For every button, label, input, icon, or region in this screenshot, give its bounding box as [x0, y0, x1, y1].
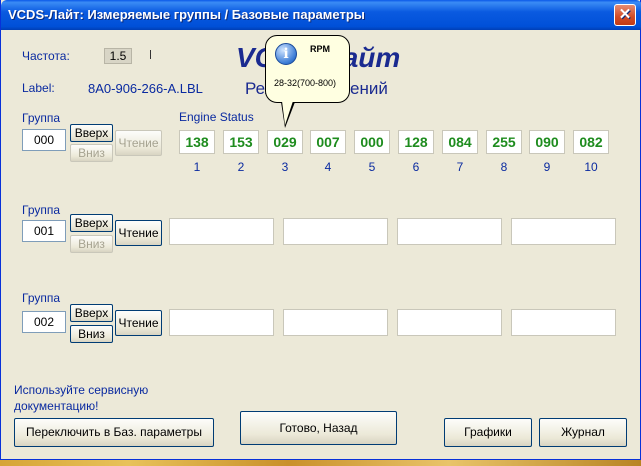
group-caption: Группа — [22, 291, 61, 305]
group-up-button[interactable]: Вверх — [70, 304, 113, 322]
value-index-label: 8 — [500, 160, 508, 174]
group-read-button[interactable]: Чтение — [115, 310, 162, 336]
group-caption: Группа — [22, 111, 61, 125]
value-index-label: 5 — [368, 160, 376, 174]
value-index-label: 4 — [324, 160, 332, 174]
done-back-button[interactable]: Готово, Назад — [240, 411, 397, 445]
value-field — [169, 218, 274, 245]
graphs-button[interactable]: Графики — [444, 418, 532, 447]
tooltip-title: RPM — [310, 44, 330, 54]
value-field — [283, 309, 388, 336]
group-down-button[interactable]: Вниз — [70, 235, 113, 253]
group-read-button[interactable]: Чтение — [115, 220, 162, 246]
value-index-label: 2 — [237, 160, 245, 174]
engine-status-label: Engine Status — [179, 110, 254, 124]
label-file-value: 8A0-906-266-A.LBL — [88, 81, 203, 96]
value-index-label: 7 — [456, 160, 464, 174]
measured-value-cell: 128 — [398, 130, 434, 154]
frequency-value: 1.5 — [104, 48, 132, 64]
service-doc-note: Используйте сервисную документацию! — [14, 383, 149, 413]
value-index-label: 1 — [193, 160, 201, 174]
measured-value-cell: 082 — [573, 130, 609, 154]
measured-value-cell: 255 — [486, 130, 522, 154]
value-field — [169, 309, 274, 336]
group-number-input[interactable]: 001 — [22, 220, 66, 242]
value-field — [511, 218, 616, 245]
value-field — [397, 218, 502, 245]
value-index-label: 3 — [281, 160, 289, 174]
label-caption: Label: — [22, 81, 55, 95]
value-field — [511, 309, 616, 336]
measured-value-cell: 153 — [223, 130, 259, 154]
group-down-button[interactable]: Вниз — [70, 325, 113, 343]
log-button[interactable]: Журнал — [539, 418, 627, 447]
value-index-label: 9 — [543, 160, 551, 174]
measured-value-cell: 007 — [310, 130, 346, 154]
measured-value-cell: 138 — [179, 130, 215, 154]
group-up-button[interactable]: Вверх — [70, 214, 113, 232]
title-bar[interactable]: VCDS-Лайт: Измеряемые группы / Базовые п… — [1, 0, 641, 30]
group-caption: Группа — [22, 203, 61, 217]
tooltip-tail-inner — [282, 101, 293, 125]
measured-value-cell: 000 — [354, 130, 390, 154]
value-field — [397, 309, 502, 336]
frequency-tick — [150, 50, 151, 59]
group-number-input[interactable]: 002 — [22, 311, 66, 333]
info-icon: i — [275, 43, 297, 65]
window-title: VCDS-Лайт: Измеряемые группы / Базовые п… — [8, 7, 365, 22]
switch-basic-settings-button[interactable]: Переключить в Баз. параметры — [14, 418, 214, 447]
group-up-button[interactable]: Вверх — [70, 124, 113, 142]
group-number-input[interactable]: 000 — [22, 129, 66, 151]
desktop-background-strip — [0, 460, 641, 466]
value-index-label: 6 — [412, 160, 420, 174]
group-down-button[interactable]: Вниз — [70, 144, 113, 162]
value-index-label: 10 — [584, 160, 598, 174]
frequency-label: Частота: — [22, 49, 70, 63]
measured-value-cell: 084 — [442, 130, 478, 154]
measured-value-cell: 090 — [529, 130, 565, 154]
tooltip-text: 28-32(700-800) — [274, 78, 337, 88]
value-field — [283, 218, 388, 245]
group-read-button[interactable]: Чтение — [115, 130, 162, 156]
measured-value-cell: 029 — [267, 130, 303, 154]
close-button[interactable]: ✕ — [614, 4, 636, 26]
